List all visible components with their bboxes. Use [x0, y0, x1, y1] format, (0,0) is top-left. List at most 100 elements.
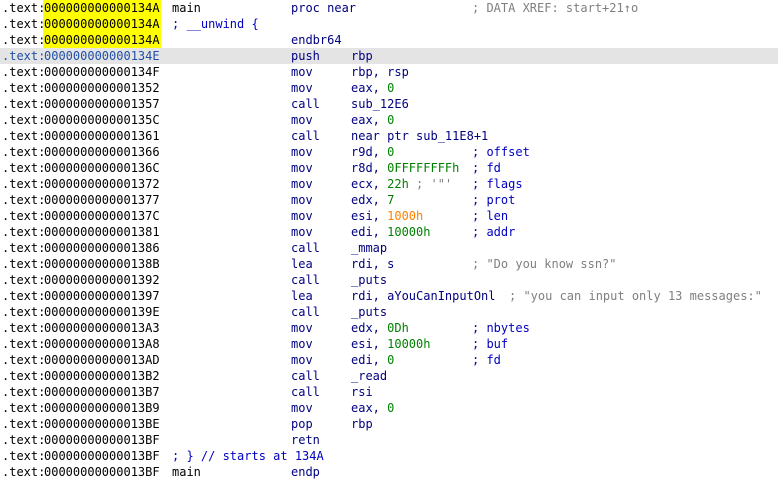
- operand[interactable]: eax, 0: [351, 400, 394, 416]
- mnemonic[interactable]: call: [291, 272, 320, 288]
- mnemonic[interactable]: lea: [291, 288, 313, 304]
- listing-row[interactable]: .text: 00000000000013B9 mov eax, 0: [0, 400, 778, 416]
- function-label[interactable]: main: [172, 0, 201, 16]
- mnemonic[interactable]: mov: [291, 176, 313, 192]
- address[interactable]: 000000000000138B: [43, 256, 161, 272]
- listing-row[interactable]: .text: 000000000000134A ; __unwind {: [0, 16, 778, 32]
- listing-row[interactable]: .text: 00000000000013B7 call rsi: [0, 384, 778, 400]
- mnemonic[interactable]: call: [291, 368, 320, 384]
- mnemonic[interactable]: mov: [291, 224, 313, 240]
- mnemonic[interactable]: mov: [291, 64, 313, 80]
- address[interactable]: 00000000000013BF: [43, 448, 161, 464]
- mnemonic[interactable]: retn: [291, 432, 320, 448]
- address[interactable]: 00000000000013B2: [43, 368, 161, 384]
- address[interactable]: 000000000000134A: [43, 32, 161, 48]
- address[interactable]: 0000000000001361: [43, 128, 161, 144]
- operand[interactable]: esi, 1000h: [351, 208, 423, 224]
- address[interactable]: 000000000000134F: [43, 64, 161, 80]
- operand[interactable]: rbp: [351, 416, 373, 432]
- listing-row[interactable]: .text: 0000000000001386 call _mmap: [0, 240, 778, 256]
- address[interactable]: 00000000000013BF: [43, 464, 161, 480]
- listing-row[interactable]: .text: 000000000000139E call _puts: [0, 304, 778, 320]
- operand[interactable]: near ptr sub_11E8+1: [351, 128, 488, 144]
- operand[interactable]: r9d, 0: [351, 144, 394, 160]
- mnemonic[interactable]: call: [291, 128, 320, 144]
- listing-row[interactable]: .text: 00000000000013BF ; } // starts at 1…: [0, 448, 778, 464]
- operand[interactable]: rdi, aYouCanInputOnl: [351, 288, 496, 304]
- xref-comment[interactable]: ; DATA XREF: start+21↑o: [472, 0, 638, 16]
- address[interactable]: 000000000000134A: [43, 0, 161, 16]
- operand[interactable]: esi, 10000h: [351, 336, 430, 352]
- disassembly-listing[interactable]: .text: 000000000000134A main proc near; DAT…: [0, 0, 778, 482]
- operand[interactable]: sub_12E6: [351, 96, 409, 112]
- listing-row[interactable]: .text: 0000000000001352 mov eax, 0: [0, 80, 778, 96]
- operand[interactable]: _puts: [351, 272, 387, 288]
- mnemonic[interactable]: call: [291, 96, 320, 112]
- listing-row[interactable]: .text: 00000000000013BF retn: [0, 432, 778, 448]
- mnemonic[interactable]: mov: [291, 400, 313, 416]
- operand[interactable]: eax, 0: [351, 80, 394, 96]
- mnemonic[interactable]: lea: [291, 256, 313, 272]
- operand[interactable]: _read: [351, 368, 387, 384]
- listing-row[interactable]: .text: 00000000000013BF main endp: [0, 464, 778, 480]
- mnemonic[interactable]: push: [291, 48, 320, 64]
- listing-row[interactable]: .text: 000000000000138B lea rdi, s ; "Do you…: [0, 256, 778, 272]
- listing-row[interactable]: .text: 00000000000013B2 call _read: [0, 368, 778, 384]
- address[interactable]: 0000000000001392: [43, 272, 161, 288]
- listing-row[interactable]: .text: 00000000000013A8 mov esi, 10000h ; bu…: [0, 336, 778, 352]
- listing-row[interactable]: .text: 000000000000137C mov esi, 1000h ; len: [0, 208, 778, 224]
- listing-row[interactable]: .text: 000000000000136C mov r8d, 0FFFFFFFFh…: [0, 160, 778, 176]
- mnemonic[interactable]: call: [291, 384, 320, 400]
- operand[interactable]: ecx, 22h ; '"': [351, 176, 452, 192]
- address[interactable]: 000000000000137C: [43, 208, 161, 224]
- address[interactable]: 00000000000013AD: [43, 352, 161, 368]
- operand[interactable]: r8d, 0FFFFFFFFh: [351, 160, 459, 176]
- listing-row[interactable]: .text: 000000000000134A endbr64: [0, 32, 778, 48]
- listing-row[interactable]: .text: 000000000000135C mov eax, 0: [0, 112, 778, 128]
- listing-row[interactable]: .text: 000000000000134F mov rbp, rsp: [0, 64, 778, 80]
- mnemonic[interactable]: proc near: [291, 0, 356, 16]
- address[interactable]: 000000000000139E: [43, 304, 161, 320]
- operand[interactable]: edi, 0: [351, 352, 394, 368]
- address[interactable]: 000000000000136C: [43, 160, 161, 176]
- operand[interactable]: rsi: [351, 384, 373, 400]
- listing-row[interactable]: .text: 0000000000001377 mov edx, 7 ; prot: [0, 192, 778, 208]
- mnemonic[interactable]: mov: [291, 192, 313, 208]
- listing-row[interactable]: .text: 0000000000001397 lea rdi, aYouCanInp…: [0, 288, 778, 304]
- mnemonic[interactable]: mov: [291, 144, 313, 160]
- operand[interactable]: edi, 10000h: [351, 224, 430, 240]
- mnemonic[interactable]: mov: [291, 160, 313, 176]
- mnemonic[interactable]: mov: [291, 352, 313, 368]
- address[interactable]: 00000000000013A3: [43, 320, 161, 336]
- listing-row[interactable]: .text: 0000000000001381 mov edi, 10000h ; ad…: [0, 224, 778, 240]
- mnemonic[interactable]: endbr64: [291, 32, 342, 48]
- address[interactable]: 00000000000013B7: [43, 384, 161, 400]
- mnemonic[interactable]: mov: [291, 208, 313, 224]
- mnemonic[interactable]: call: [291, 304, 320, 320]
- mnemonic[interactable]: mov: [291, 336, 313, 352]
- listing-row[interactable]: .text: 000000000000134A main proc near ; DAT…: [0, 0, 778, 16]
- address[interactable]: 00000000000013BE: [43, 416, 161, 432]
- mnemonic[interactable]: endp: [291, 464, 320, 480]
- operand[interactable]: rbp, rsp: [351, 64, 409, 80]
- listing-row[interactable]: .text: 0000000000001357 call sub_12E6: [0, 96, 778, 112]
- listing-row[interactable]: .text: 0000000000001366 mov r9d, 0 ; offset: [0, 144, 778, 160]
- listing-row[interactable]: .text: 00000000000013AD mov edi, 0 ; fd: [0, 352, 778, 368]
- listing-row[interactable]: .text: 0000000000001361 call near ptr sub_1…: [0, 128, 778, 144]
- address[interactable]: 0000000000001381: [43, 224, 161, 240]
- address[interactable]: 0000000000001372: [43, 176, 161, 192]
- operand[interactable]: edx, 0Dh: [351, 320, 409, 336]
- address[interactable]: 000000000000134A: [43, 16, 161, 32]
- address[interactable]: 000000000000135C: [43, 112, 161, 128]
- listing-row[interactable]: .text: 00000000000013BE pop rbp: [0, 416, 778, 432]
- listing-row[interactable]: .text: 00000000000013A3 mov edx, 0Dh ; nbyte…: [0, 320, 778, 336]
- operand[interactable]: rbp: [351, 48, 373, 64]
- function-label[interactable]: main: [172, 464, 201, 480]
- mnemonic[interactable]: pop: [291, 416, 313, 432]
- address[interactable]: 00000000000013B9: [43, 400, 161, 416]
- operand[interactable]: edx, 7: [351, 192, 394, 208]
- mnemonic[interactable]: mov: [291, 112, 313, 128]
- mnemonic[interactable]: mov: [291, 80, 313, 96]
- operand[interactable]: _puts: [351, 304, 387, 320]
- address[interactable]: 0000000000001352: [43, 80, 161, 96]
